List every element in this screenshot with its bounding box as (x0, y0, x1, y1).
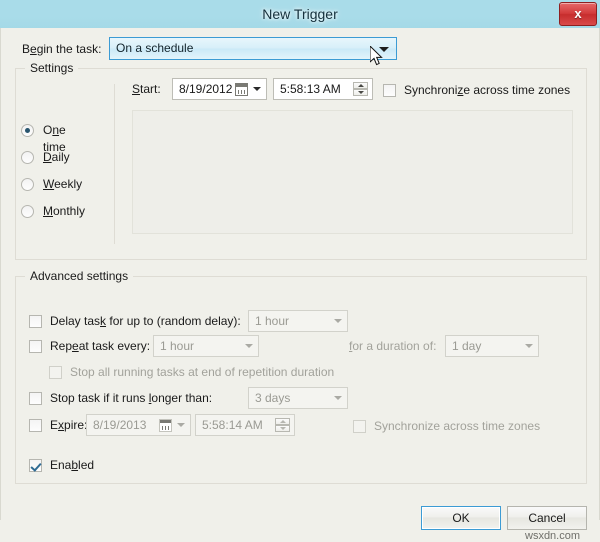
sync-bottom-label: Synchronize across time zones (374, 419, 541, 433)
window-title: New Trigger (262, 6, 338, 22)
chevron-down-icon (379, 46, 389, 52)
dialog-body: Begin the task: On a schedule Settings O… (0, 28, 600, 542)
checkbox-indicator-expire (29, 419, 42, 432)
begin-task-combobox[interactable]: On a schedule (109, 37, 397, 60)
checkbox-indicator-sync-top (383, 84, 396, 97)
chevron-down-icon (525, 344, 533, 348)
radio-label-monthly: Monthly (43, 204, 86, 218)
duration-value: 1 day (452, 339, 482, 353)
expire-date-value: 8/19/2013 (93, 418, 147, 432)
advanced-group-title: Advanced settings (25, 269, 134, 283)
start-time-field[interactable]: 5:58:13 AM (273, 78, 373, 100)
spinner-up-icon[interactable] (275, 418, 290, 425)
chevron-down-icon (334, 396, 342, 400)
start-date-value: 8/19/2012 (179, 82, 233, 96)
radio-indicator-one-time (21, 124, 34, 137)
repeat-interval-value: 1 hour (160, 339, 195, 353)
stop-task-duration-value: 3 days (255, 391, 291, 405)
radio-label-daily: Daily (43, 150, 70, 164)
radio-indicator-weekly (21, 178, 34, 191)
delay-task-label: Delay task for up to (random delay): (50, 314, 241, 328)
checkbox-indicator-enabled (29, 459, 42, 472)
stop-task-duration-combobox[interactable]: 3 days (248, 387, 348, 409)
spinner-down-icon[interactable] (275, 425, 290, 432)
start-time-spinner[interactable] (353, 82, 368, 97)
checkbox-indicator-stop-all (49, 366, 62, 379)
expire-date-picker[interactable]: 8/19/2013 (86, 414, 191, 436)
stop-task-if-longer-label: Stop task if it runs longer than: (50, 391, 213, 405)
chevron-down-icon (177, 423, 185, 427)
expire-time-field[interactable]: 5:58:14 AM (195, 414, 295, 436)
title-bar: New Trigger x (0, 0, 600, 29)
settings-group-title: Settings (25, 61, 79, 75)
expire-time-value: 5:58:14 AM (202, 418, 263, 432)
delay-duration-combobox[interactable]: 1 hour (248, 310, 348, 332)
begin-task-value: On a schedule (116, 41, 194, 55)
radio-indicator-daily (21, 151, 34, 164)
schedule-detail-panel (132, 110, 573, 234)
ok-button[interactable]: OK (421, 506, 501, 530)
checkbox-indicator-stop-long (29, 392, 42, 405)
checkbox-indicator-repeat (29, 340, 42, 353)
stop-all-running-tasks-label: Stop all running tasks at end of repetit… (70, 365, 335, 379)
repeat-interval-combobox[interactable]: 1 hour (153, 335, 259, 357)
duration-combobox[interactable]: 1 day (445, 335, 539, 357)
duration-label: for a duration of: (349, 339, 437, 353)
cancel-button[interactable]: Cancel (507, 506, 587, 530)
radio-indicator-monthly (21, 205, 34, 218)
delay-duration-value: 1 hour (255, 314, 290, 328)
calendar-icon (235, 83, 248, 96)
begin-task-label: Begin the task: (22, 42, 102, 56)
spinner-down-icon[interactable] (353, 89, 368, 96)
settings-vertical-divider (114, 84, 115, 244)
start-date-picker[interactable]: 8/19/2012 (172, 78, 267, 100)
chevron-down-icon (253, 87, 261, 91)
chevron-down-icon (245, 344, 253, 348)
close-button[interactable]: x (559, 2, 597, 26)
checkbox-indicator-sync-bottom (353, 420, 366, 433)
radio-label-weekly: Weekly (43, 177, 83, 191)
enabled-label: Enabled (50, 458, 95, 472)
start-time-value: 5:58:13 AM (280, 82, 341, 96)
calendar-icon (159, 419, 172, 432)
close-icon: x (574, 6, 582, 21)
start-label: Start: (132, 82, 161, 96)
spinner-up-icon[interactable] (353, 82, 368, 89)
repeat-task-label: Repeat task every: (50, 339, 151, 353)
watermark: wsxdn.com (525, 530, 581, 542)
sync-top-label: Synchronize across time zones (404, 83, 571, 97)
expire-time-spinner[interactable] (275, 418, 290, 433)
checkbox-indicator-delay (29, 315, 42, 328)
chevron-down-icon (334, 319, 342, 323)
expire-label: Expire: (50, 418, 88, 432)
